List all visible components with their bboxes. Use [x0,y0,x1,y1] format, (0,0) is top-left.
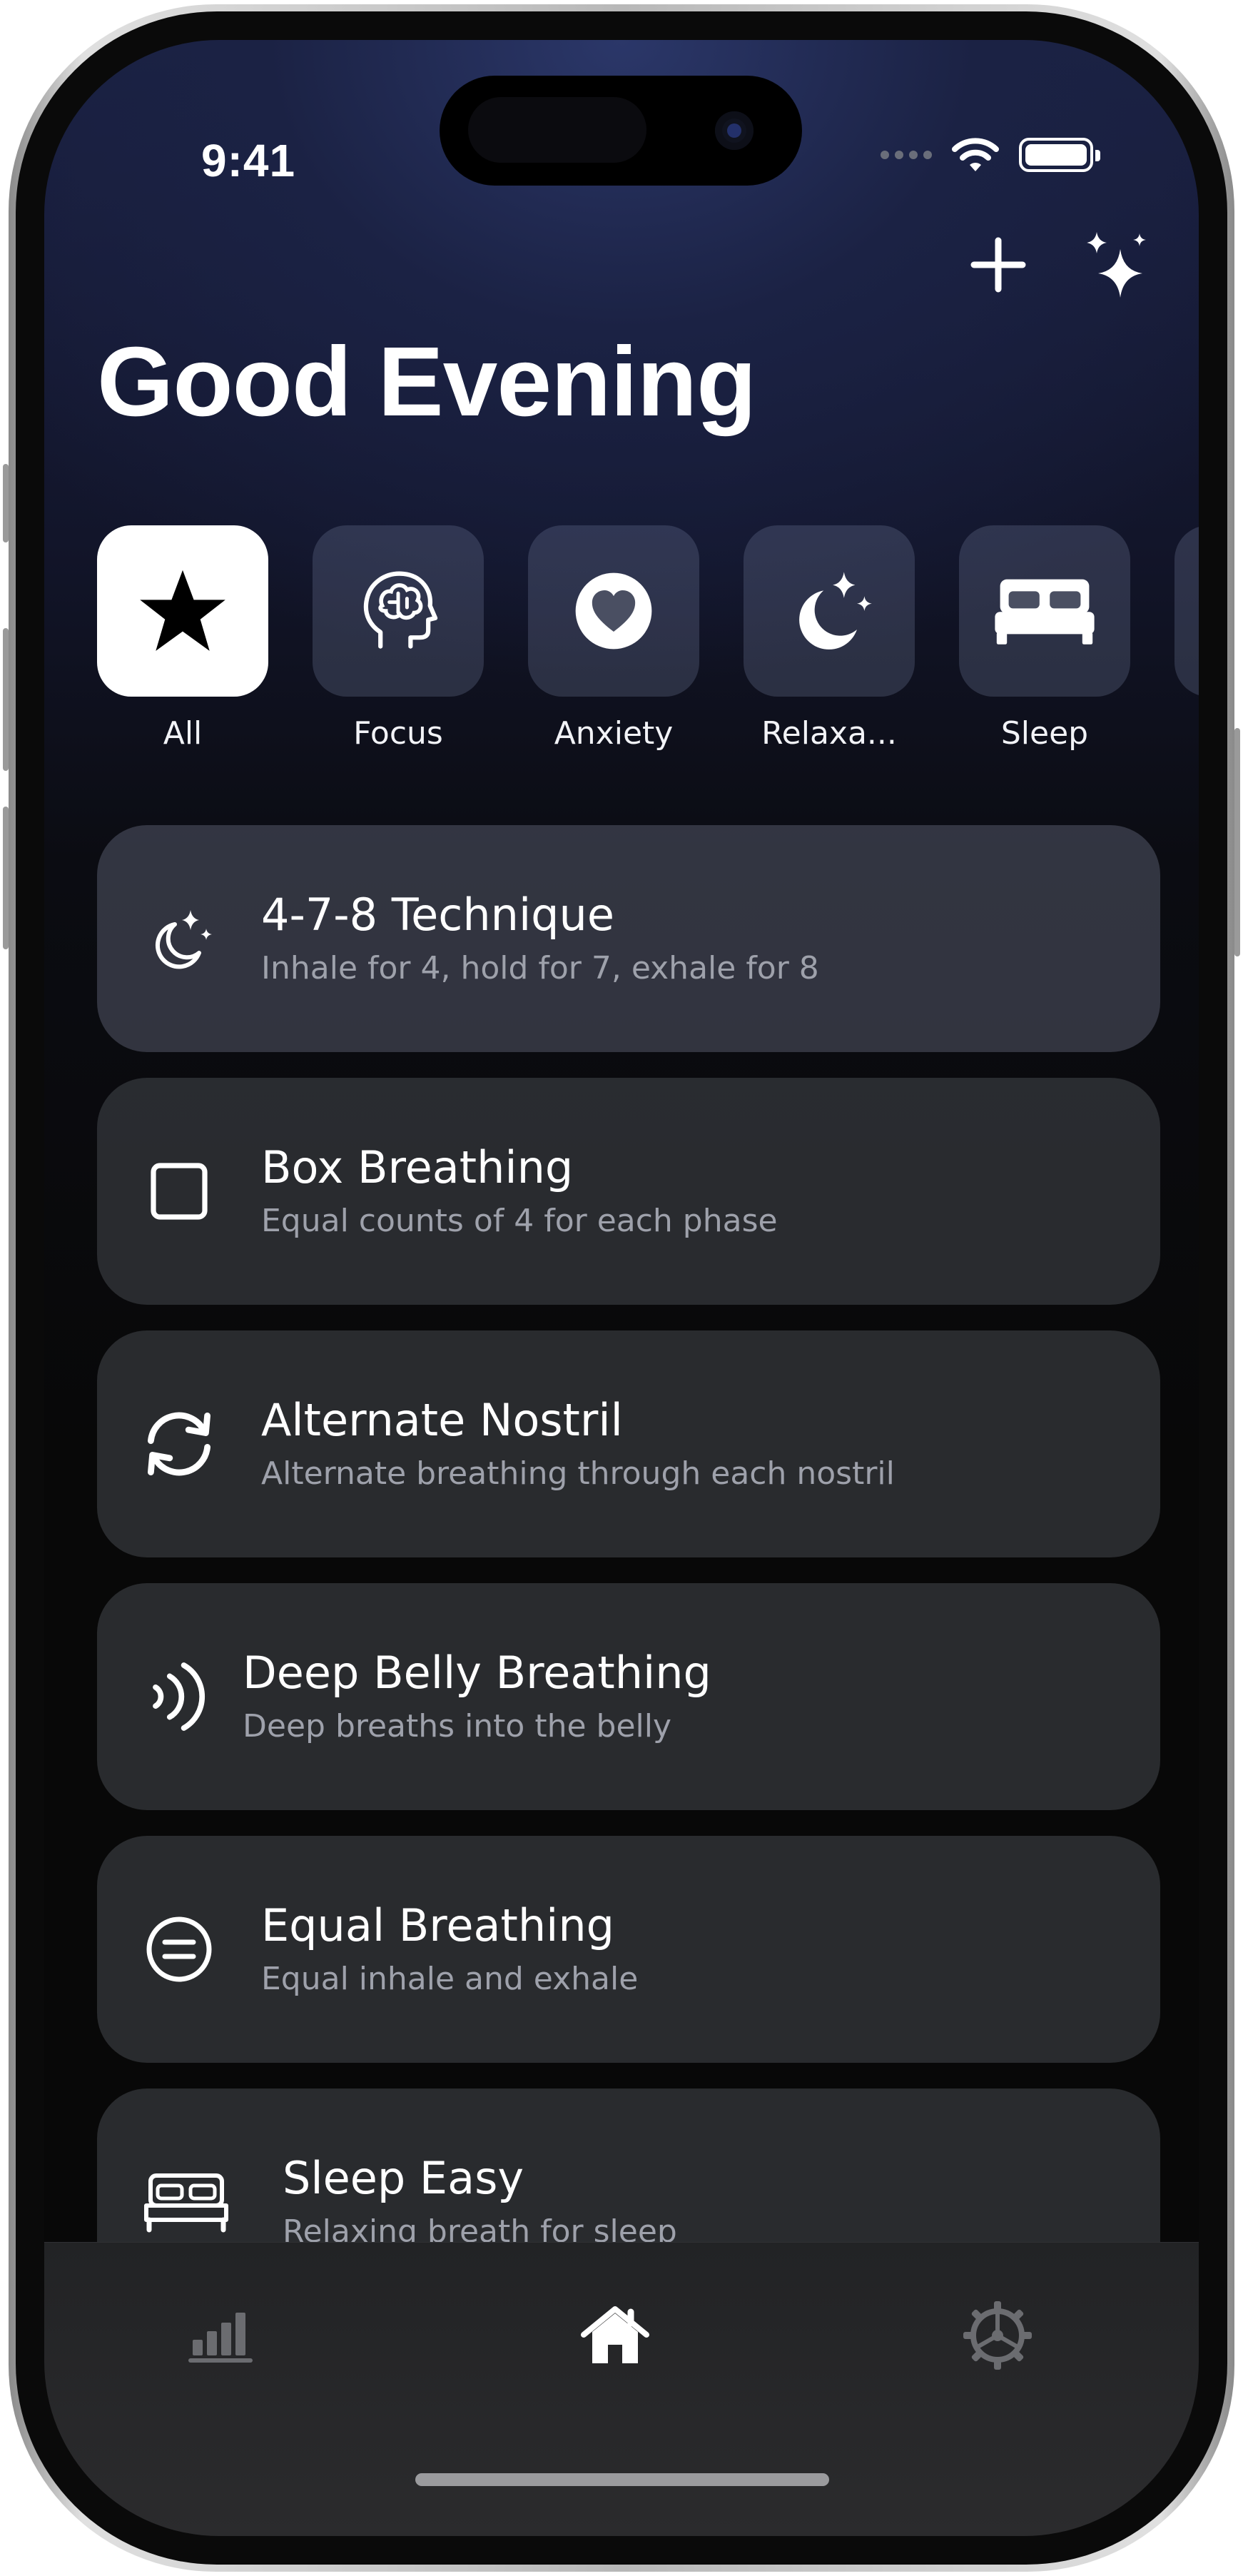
bed-icon [144,2173,228,2233]
category-relaxation[interactable]: Relaxa... [744,525,915,752]
exercise-subtitle: Equal inhale and exhale [261,1960,639,1997]
category-label: Anxiety [554,715,674,752]
add-button[interactable] [959,226,1037,304]
dynamic-island [440,76,802,186]
square-icon [151,1163,208,1220]
exercise-title: Sleep Easy [283,2152,524,2205]
category-label: Sleep [1000,715,1089,752]
status-indicators [881,136,1100,174]
exercise-title: 4-7-8 Technique [261,889,614,941]
exercise-card-deep-belly[interactable]: Deep Belly Breathing Deep breaths into t… [97,1583,1160,1810]
waves-icon [153,1662,206,1731]
device-side-button [1234,728,1240,956]
top-actions [959,226,1156,304]
category-focus[interactable]: Focus [313,525,484,752]
exercise-card-equal[interactable]: Equal Breathing Equal inhale and exhale [97,1836,1160,2063]
heart-circle-icon [575,572,652,650]
arrows-cycle-icon [148,1412,210,1476]
home-indicator [415,2473,829,2486]
tab-stats[interactable] [173,2285,273,2385]
wifi-icon [952,138,999,171]
exercise-title: Equal Breathing [261,1899,615,1952]
page-title: Good Evening [97,327,756,437]
status-time: 9:41 [201,135,296,186]
tab-home[interactable] [565,2285,665,2385]
category-sleep[interactable]: Sleep [959,525,1130,752]
category-label: All [163,715,203,752]
ai-sparkle-button[interactable] [1077,226,1156,304]
device-frame: 9:41 Good Evening All Focus Anxiety Rela… [9,4,1234,2572]
moon-stars-icon [155,910,212,969]
battery-icon [1019,138,1100,172]
gear-icon [963,2301,1032,2370]
category-all[interactable]: All [97,525,268,752]
device-side-button [3,464,9,542]
device-side-button [3,807,9,949]
star-icon [140,570,225,651]
exercise-card-478[interactable]: 4-7-8 Technique Inhale for 4, hold for 7… [97,825,1160,1052]
cellular-signal-icon [881,151,932,159]
exercise-subtitle: Alternate breathing through each nostril [261,1455,895,1492]
plus-icon [970,237,1026,293]
tab-bar [44,2242,1199,2536]
exercise-title: Deep Belly Breathing [243,1647,711,1699]
category-more[interactable] [1174,525,1199,752]
tab-settings[interactable] [948,2285,1047,2385]
exercise-title: Alternate Nostril [261,1394,623,1447]
exercise-list: 4-7-8 Technique Inhale for 4, hold for 7… [97,825,1160,2341]
exercise-subtitle: Equal counts of 4 for each phase [261,1202,778,1239]
category-anxiety[interactable]: Anxiety [528,525,699,752]
device-bezel: 9:41 Good Evening All Focus Anxiety Rela… [16,11,1227,2565]
bed-icon [995,579,1095,645]
device-side-button [3,628,9,771]
house-icon [581,2306,649,2363]
equal-circle-icon [146,1916,212,1982]
brain-head-icon [363,571,438,649]
category-label: Focus [353,715,443,752]
sparkles-icon [1087,232,1146,298]
category-scroller[interactable]: All Focus Anxiety Relaxa... Sleep [97,525,1199,782]
exercise-title: Box Breathing [261,1141,574,1194]
moon-stars-icon [799,572,872,650]
exercise-subtitle: Inhale for 4, hold for 7, exhale for 8 [261,949,819,986]
exercise-card-alternate-nostril[interactable]: Alternate Nostril Alternate breathing th… [97,1330,1160,1557]
app-screen: 9:41 Good Evening All Focus Anxiety Rela… [44,40,1199,2536]
exercise-subtitle: Deep breaths into the belly [243,1707,672,1744]
exercise-card-box[interactable]: Box Breathing Equal counts of 4 for each… [97,1078,1160,1305]
category-label: Relaxa... [761,715,897,752]
chart-bars-icon [188,2313,253,2363]
